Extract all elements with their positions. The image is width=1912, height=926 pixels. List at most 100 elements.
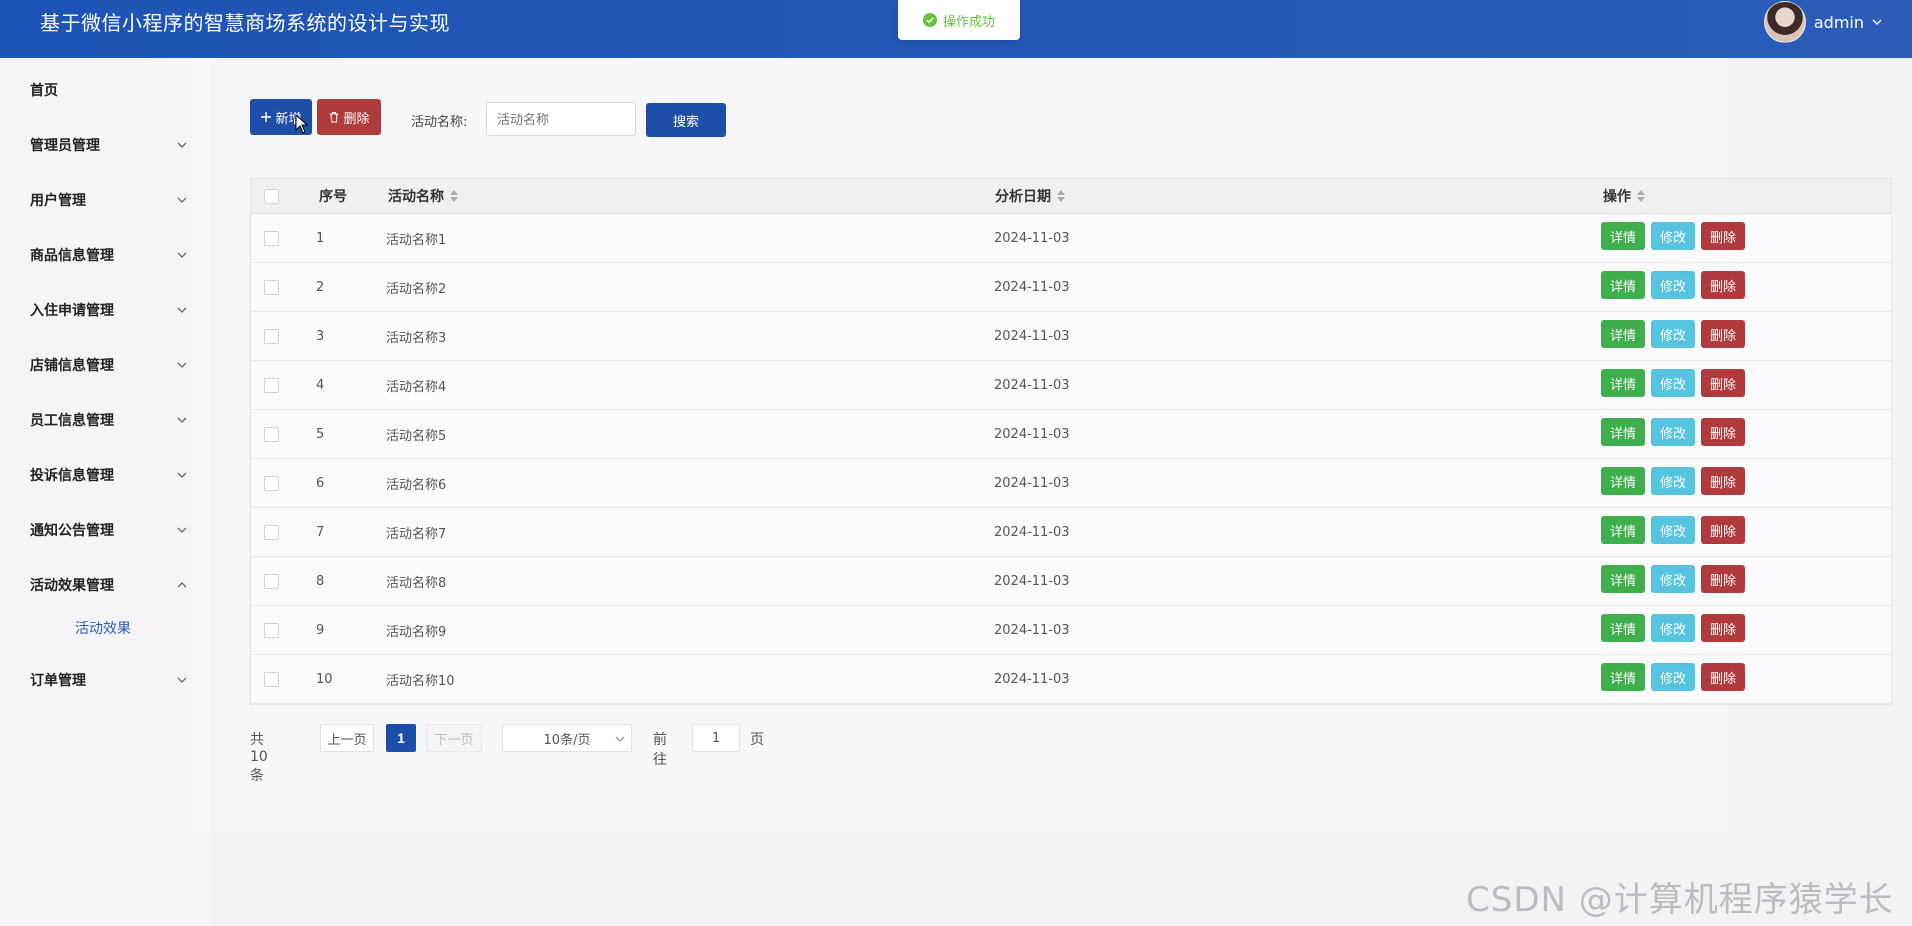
row-no: 1 xyxy=(316,230,325,246)
delete-button[interactable]: 删除 xyxy=(1701,222,1745,250)
sidebar-item-staff[interactable]: 员工信息管理 xyxy=(0,400,210,440)
table-row: 8 活动名称8 2024-11-03 详情 修改 删除 xyxy=(251,557,1891,606)
page-number-button[interactable]: 1 xyxy=(386,724,416,752)
edit-button[interactable]: 修改 xyxy=(1651,222,1695,250)
select-all-checkbox[interactable] xyxy=(264,179,279,213)
sidebar-item-goods[interactable]: 商品信息管理 xyxy=(0,235,210,275)
sidebar-item-home[interactable]: 首页 xyxy=(0,70,210,110)
sidebar-item-users[interactable]: 用户管理 xyxy=(0,180,210,220)
detail-button[interactable]: 详情 xyxy=(1601,418,1645,446)
delete-button[interactable]: 删除 xyxy=(1701,271,1745,299)
row-checkbox[interactable] xyxy=(264,655,279,703)
table-row: 10 活动名称10 2024-11-03 详情 修改 删除 xyxy=(251,655,1891,704)
sidebar-item-label: 员工信息管理 xyxy=(30,413,114,429)
sidebar-item-label: 订单管理 xyxy=(30,673,86,689)
edit-button[interactable]: 修改 xyxy=(1651,271,1695,299)
edit-button[interactable]: 修改 xyxy=(1651,369,1695,397)
delete-button[interactable]: 删除 xyxy=(1701,467,1745,495)
sidebar-item-checkin[interactable]: 入住申请管理 xyxy=(0,290,210,330)
edit-button[interactable]: 修改 xyxy=(1651,663,1695,691)
row-date: 2024-11-03 xyxy=(994,622,1070,638)
detail-button[interactable]: 详情 xyxy=(1601,663,1645,691)
row-checkbox[interactable] xyxy=(264,459,279,507)
detail-button[interactable]: 详情 xyxy=(1601,614,1645,642)
delete-button[interactable]: 删除 xyxy=(1701,418,1745,446)
edit-button[interactable]: 修改 xyxy=(1651,614,1695,642)
sidebar-item-shops[interactable]: 店铺信息管理 xyxy=(0,345,210,385)
row-checkbox[interactable] xyxy=(264,410,279,458)
prev-page-button[interactable]: 上一页 xyxy=(320,724,374,752)
sidebar-item-admin[interactable]: 管理员管理 xyxy=(0,125,210,165)
sort-icon[interactable] xyxy=(1637,190,1645,202)
detail-button[interactable]: 详情 xyxy=(1601,516,1645,544)
detail-button[interactable]: 详情 xyxy=(1601,320,1645,348)
chevron-up-icon xyxy=(177,582,187,588)
sidebar-item-label: 入住申请管理 xyxy=(30,303,114,319)
next-page-button[interactable]: 下一页 xyxy=(426,724,482,752)
detail-button[interactable]: 详情 xyxy=(1601,369,1645,397)
row-checkbox[interactable] xyxy=(264,557,279,605)
column-header-no: 序号 xyxy=(319,189,347,205)
mouse-cursor-icon xyxy=(295,114,309,134)
table-header: 序号 活动名称 分析日期 操作 xyxy=(251,179,1891,214)
sidebar-item-label: 商品信息管理 xyxy=(30,248,114,264)
delete-button[interactable]: 删除 xyxy=(1701,369,1745,397)
sidebar-item-label: 通知公告管理 xyxy=(30,523,114,539)
row-checkbox[interactable] xyxy=(264,508,279,556)
sidebar: 首页 管理员管理 用户管理 商品信息管理 入住申请管理 店铺信息管理 员工信息管… xyxy=(0,58,210,926)
column-header-actions[interactable]: 操作 xyxy=(1603,179,1645,213)
column-header-date[interactable]: 分析日期 xyxy=(995,179,1065,213)
row-no: 8 xyxy=(316,573,325,589)
sidebar-item-complaints[interactable]: 投诉信息管理 xyxy=(0,455,210,495)
row-checkbox[interactable] xyxy=(264,263,279,311)
sort-icon[interactable] xyxy=(1057,190,1065,202)
delete-button[interactable]: 删除 xyxy=(1701,516,1745,544)
sidebar-item-activity[interactable]: 活动效果管理 xyxy=(0,565,210,605)
delete-button[interactable]: 删除 xyxy=(1701,320,1745,348)
chevron-down-icon[interactable] xyxy=(1872,17,1882,27)
row-checkbox[interactable] xyxy=(264,214,279,262)
table-row: 3 活动名称3 2024-11-03 详情 修改 删除 xyxy=(251,312,1891,361)
delete-button[interactable]: 删除 xyxy=(1701,565,1745,593)
table-row: 6 活动名称6 2024-11-03 详情 修改 删除 xyxy=(251,459,1891,508)
goto-page-input[interactable] xyxy=(692,724,740,752)
row-checkbox[interactable] xyxy=(264,361,279,409)
detail-button[interactable]: 详情 xyxy=(1601,222,1645,250)
page-size-select[interactable]: 10条/页 xyxy=(502,724,632,752)
row-checkbox[interactable] xyxy=(264,312,279,360)
chevron-down-icon xyxy=(177,362,187,368)
delete-button[interactable]: 删除 xyxy=(1701,663,1745,691)
edit-button[interactable]: 修改 xyxy=(1651,565,1695,593)
user-menu[interactable]: admin xyxy=(1763,1,1882,43)
row-checkbox[interactable] xyxy=(264,606,279,654)
edit-button[interactable]: 修改 xyxy=(1651,418,1695,446)
row-date: 2024-11-03 xyxy=(994,426,1070,442)
chevron-down-icon xyxy=(615,736,625,742)
user-name[interactable]: admin xyxy=(1814,13,1864,32)
sidebar-item-label: 活动效果管理 xyxy=(30,578,114,594)
chevron-down-icon xyxy=(177,197,187,203)
row-no: 7 xyxy=(316,524,325,540)
detail-button[interactable]: 详情 xyxy=(1601,565,1645,593)
edit-button[interactable]: 修改 xyxy=(1651,516,1695,544)
column-header-name-label: 活动名称 xyxy=(388,189,444,205)
sidebar-item-label: 投诉信息管理 xyxy=(30,468,114,484)
edit-button[interactable]: 修改 xyxy=(1651,467,1695,495)
page-suffix-label: 页 xyxy=(750,732,764,748)
edit-button[interactable]: 修改 xyxy=(1651,320,1695,348)
row-date: 2024-11-03 xyxy=(994,524,1070,540)
sidebar-item-orders[interactable]: 订单管理 xyxy=(0,660,210,700)
sidebar-item-notices[interactable]: 通知公告管理 xyxy=(0,510,210,550)
batch-delete-button[interactable]: 删除 xyxy=(317,99,381,135)
search-button[interactable]: 搜索 xyxy=(646,103,726,137)
avatar[interactable] xyxy=(1763,1,1806,43)
table-row: 2 活动名称2 2024-11-03 详情 修改 删除 xyxy=(251,263,1891,312)
detail-button[interactable]: 详情 xyxy=(1601,271,1645,299)
column-header-name[interactable]: 活动名称 xyxy=(388,179,458,213)
search-input[interactable] xyxy=(486,102,636,136)
sort-icon[interactable] xyxy=(450,190,458,202)
sidebar-subitem-activity-effect[interactable]: 活动效果 xyxy=(75,618,131,638)
row-date: 2024-11-03 xyxy=(994,475,1070,491)
detail-button[interactable]: 详情 xyxy=(1601,467,1645,495)
delete-button[interactable]: 删除 xyxy=(1701,614,1745,642)
